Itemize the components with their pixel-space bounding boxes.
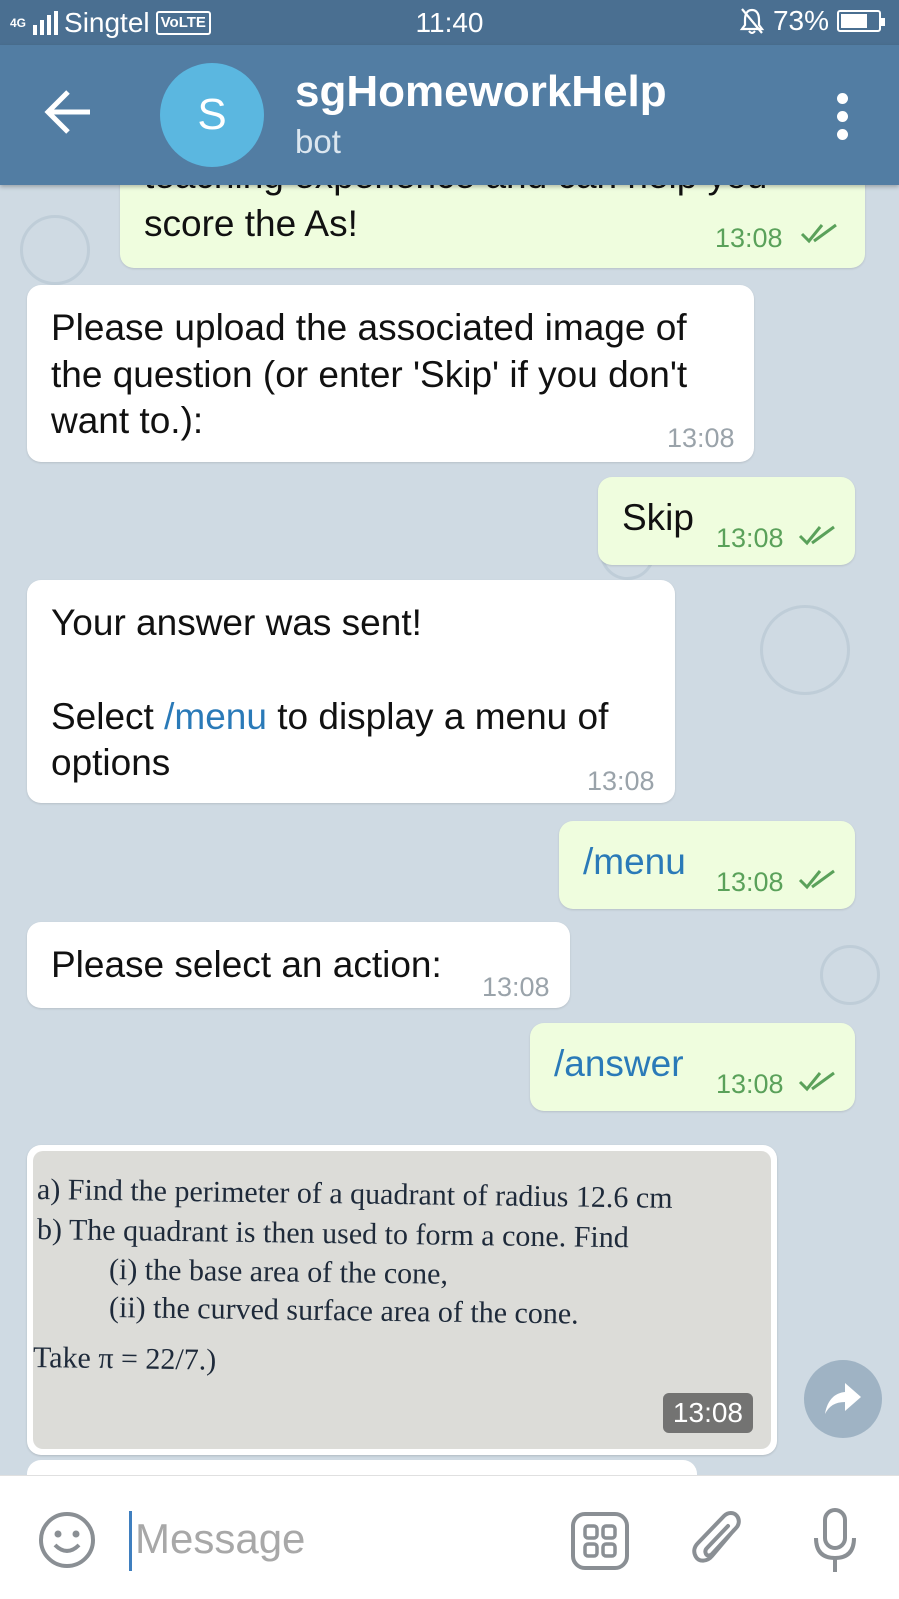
chat-area[interactable]: teaching experience and can help you sco…	[0, 185, 899, 1475]
background-doodle	[760, 605, 850, 695]
background-doodle	[820, 945, 880, 1005]
text-cursor	[129, 1511, 132, 1571]
read-ticks-icon	[798, 869, 835, 890]
status-bar: 4G Singtel VoLTE 11:40 73%	[0, 0, 899, 45]
background-doodle	[20, 215, 90, 285]
read-ticks-icon	[798, 525, 835, 546]
message-text: score the As!	[144, 203, 358, 244]
message-time: 13:08	[482, 972, 550, 1002]
emoji-icon[interactable]	[38, 1511, 96, 1569]
read-ticks-icon	[800, 223, 837, 244]
chat-subtitle: bot	[295, 123, 341, 160]
battery-icon	[837, 10, 885, 32]
message-text: options	[51, 742, 171, 783]
question-photo[interactable]: a) Find the perimeter of a quadrant of r…	[33, 1151, 771, 1449]
avatar[interactable]: S	[160, 63, 264, 167]
photo-text-line: (i) the base area of the cone,	[108, 1253, 449, 1291]
message-time: 13:08	[715, 223, 783, 253]
battery-percent: 73%	[772, 5, 829, 36]
message-text[interactable]: /answer	[554, 1041, 684, 1087]
photo-text-line: a) Find the perimeter of a quadrant of r…	[36, 1173, 673, 1215]
battery-fill	[841, 14, 867, 28]
message-in[interactable]: Please select an action: 13:08	[27, 922, 570, 1008]
photo-text-line: b) The quadrant is then used to form a c…	[36, 1213, 629, 1255]
message-out[interactable]: /menu 13:08	[559, 821, 855, 909]
message-text: the question (or enter 'Skip' if you don…	[51, 354, 688, 395]
read-ticks-icon	[798, 1071, 835, 1092]
message-time: 13:08	[716, 1069, 784, 1099]
message-input-bar	[0, 1475, 899, 1599]
message-text: want to.):	[51, 400, 204, 441]
back-arrow-icon[interactable]	[40, 85, 100, 140]
message-text: teaching experience and can help you	[144, 185, 767, 199]
photo-text-line: (ii) the curved surface area of the cone…	[108, 1291, 579, 1331]
message-out[interactable]: Skip 13:08	[598, 477, 855, 565]
message-time: 13:08	[716, 867, 784, 897]
chat-header: S sgHomeworkHelp bot	[0, 45, 899, 185]
message-time: 13:08	[587, 766, 655, 796]
message-time: 13:08	[662, 1393, 753, 1433]
forward-arrow-icon	[825, 1383, 861, 1414]
message-text: Select /menu to display a menu of	[51, 696, 609, 737]
photo-message[interactable]: a) Find the perimeter of a quadrant of r…	[27, 1145, 777, 1455]
menu-command-link[interactable]: /menu	[164, 696, 267, 737]
message-text: Please select an action:	[51, 944, 442, 985]
message-text: Skip	[622, 497, 694, 538]
message-input[interactable]	[135, 1504, 535, 1574]
status-right: 73%	[739, 5, 885, 37]
chat-title[interactable]: sgHomeworkHelp	[295, 67, 667, 117]
bot-keyboard-icon[interactable]	[570, 1511, 630, 1571]
message-text: Please upload the associated image of	[51, 307, 687, 348]
message-in-partial[interactable]	[27, 1460, 697, 1475]
message-in[interactable]: Your answer was sent! Select /menu to di…	[27, 580, 675, 803]
microphone-icon[interactable]	[810, 1506, 860, 1576]
message-text: Your answer was sent!	[51, 602, 422, 643]
message-time: 13:08	[667, 423, 735, 453]
message-time: 13:08	[716, 523, 784, 553]
share-button[interactable]	[804, 1360, 882, 1438]
photo-text-line: Take π = 22/7.)	[33, 1341, 217, 1377]
message-out[interactable]: /answer 13:08	[530, 1023, 855, 1111]
message-in[interactable]: Please upload the associated image of th…	[27, 285, 754, 462]
message-text[interactable]: /menu	[583, 839, 686, 885]
paperclip-icon[interactable]	[690, 1508, 750, 1572]
mute-bell-icon	[739, 8, 765, 34]
more-menu-icon[interactable]	[837, 93, 851, 141]
message-out[interactable]: teaching experience and can help you sco…	[120, 185, 865, 268]
